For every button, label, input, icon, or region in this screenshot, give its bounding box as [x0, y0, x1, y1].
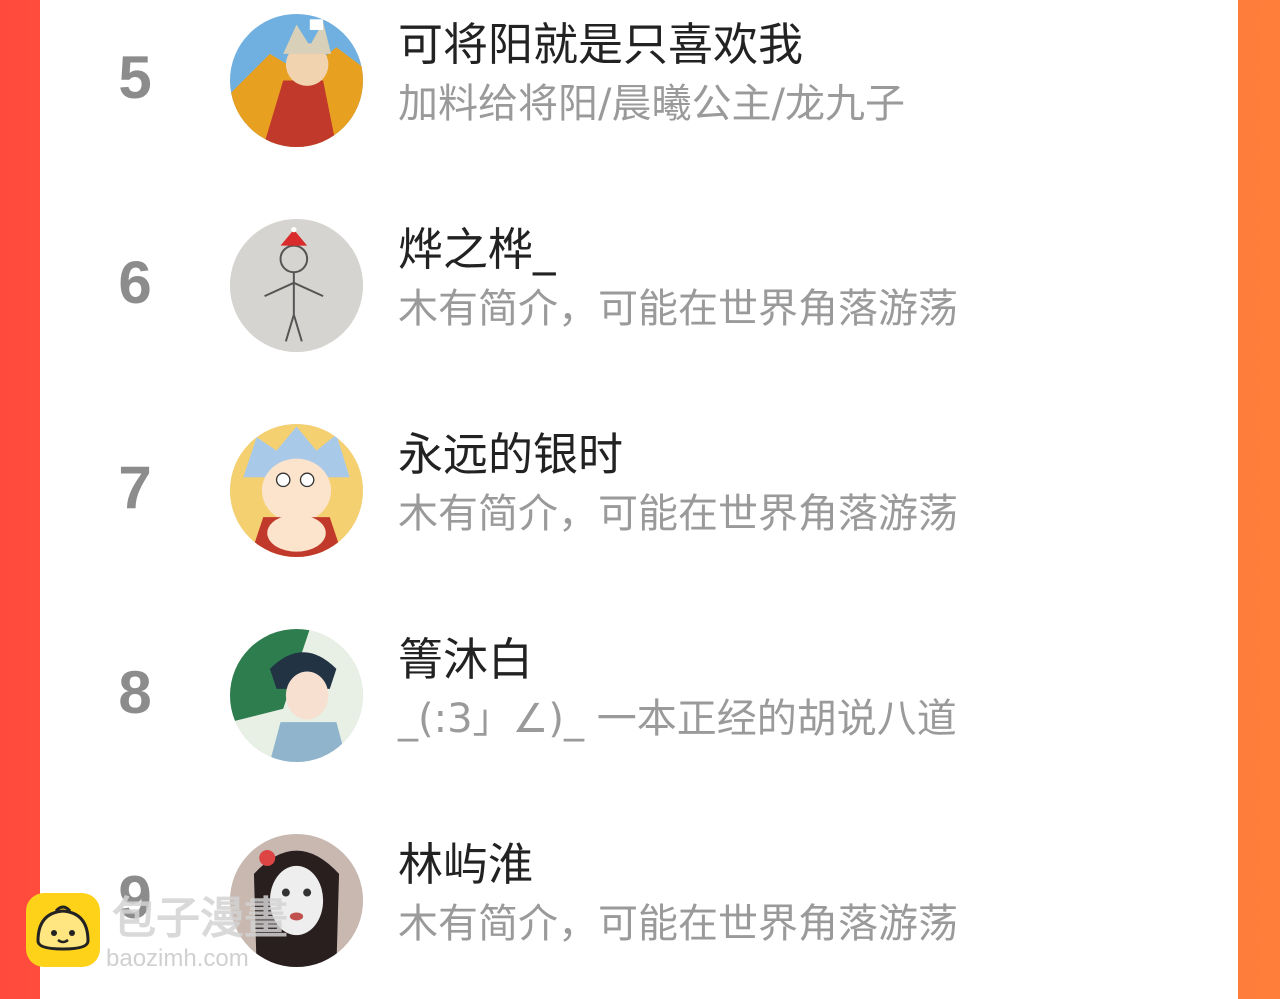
watermark-url: baozimh.com: [106, 945, 249, 972]
avatar-image: [230, 14, 363, 147]
ranking-panel: 5 可将阳就是只喜欢我 加料给将阳/晨曦公主/龙九子 6 烨之桦_ 木有简介，可…: [40, 0, 1238, 999]
rank-number: 8: [118, 659, 152, 726]
watermark-title: 包子漫畫: [112, 893, 288, 944]
list-item[interactable]: 5 可将阳就是只喜欢我 加料给将阳/晨曦公主/龙九子: [40, 0, 1238, 205]
avatar[interactable]: [230, 424, 363, 557]
site-watermark: 包子漫畫 baozimh.com: [26, 893, 326, 983]
user-name[interactable]: 林屿淮: [398, 842, 533, 887]
user-bio: 木有简介，可能在世界角落游荡: [398, 286, 958, 332]
avatar-image: [230, 424, 363, 557]
avatar[interactable]: [230, 219, 363, 352]
bun-logo-icon: [26, 893, 100, 967]
user-name[interactable]: 烨之桦_: [398, 227, 556, 272]
rank-number: 7: [118, 454, 152, 521]
avatar-image: [230, 629, 363, 762]
avatar[interactable]: [230, 629, 363, 762]
list-item[interactable]: 8 箐沐白 _(:3」∠)_ 一本正经的胡说八道: [40, 615, 1238, 820]
user-bio: 木有简介，可能在世界角落游荡: [398, 491, 958, 537]
list-item[interactable]: 7 永远的银时 木有简介，可能在世界角落游荡: [40, 410, 1238, 615]
list-item[interactable]: 6 烨之桦_ 木有简介，可能在世界角落游荡: [40, 205, 1238, 410]
user-bio: 木有简介，可能在世界角落游荡: [398, 901, 958, 947]
avatar-image: [230, 219, 363, 352]
avatar[interactable]: [230, 14, 363, 147]
user-name[interactable]: 箐沐白: [398, 637, 533, 682]
user-bio: 加料给将阳/晨曦公主/龙九子: [398, 81, 905, 127]
user-bio: _(:3」∠)_ 一本正经的胡说八道: [398, 696, 957, 742]
rank-number: 6: [118, 249, 152, 316]
user-name[interactable]: 永远的银时: [398, 432, 623, 477]
user-name[interactable]: 可将阳就是只喜欢我: [398, 22, 803, 67]
rank-number: 5: [118, 44, 152, 111]
